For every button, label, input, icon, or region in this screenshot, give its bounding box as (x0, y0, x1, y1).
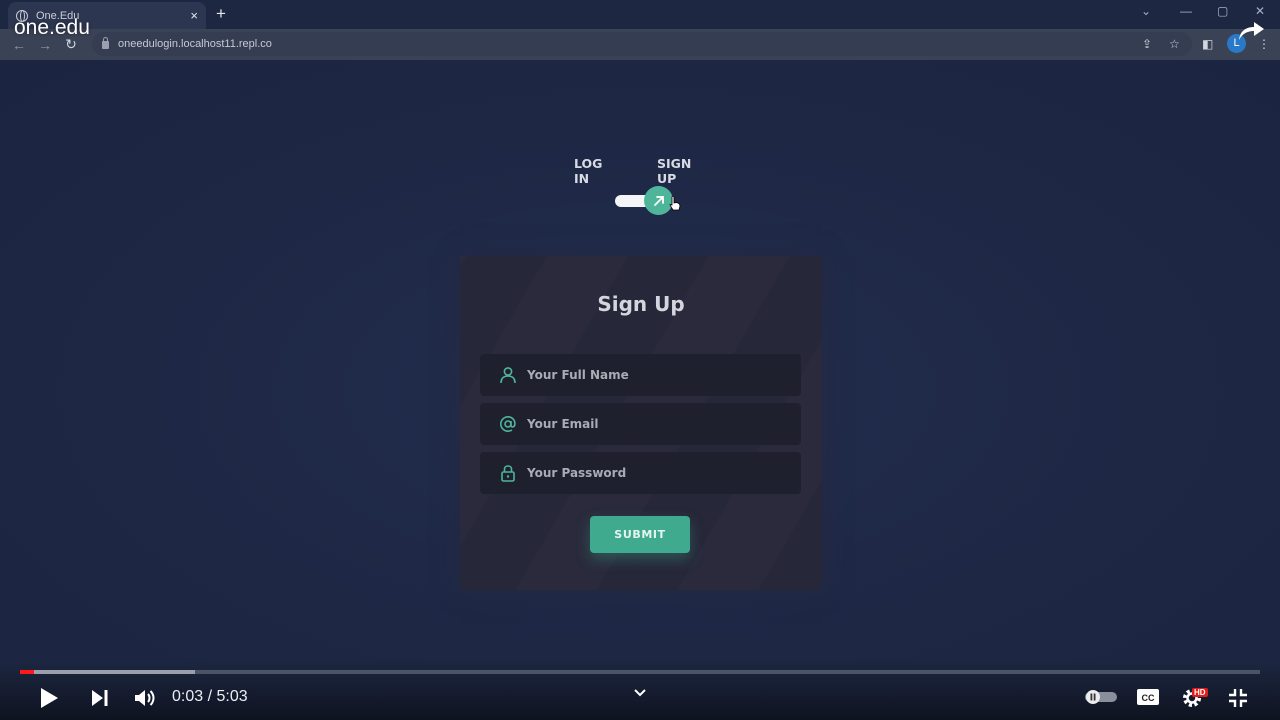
url-text: oneedulogin.localhost11.repl.co (118, 38, 272, 50)
hand-cursor-icon (669, 196, 681, 211)
arrow-up-right-icon (653, 195, 664, 206)
full-name-input[interactable] (527, 368, 801, 382)
auth-mode-labels: LOG IN SIGN UP (574, 156, 714, 186)
lock-icon (501, 465, 515, 482)
window-close-icon[interactable]: ✕ (1255, 4, 1265, 18)
tab-search-chevron-icon[interactable]: ⌄ (1141, 4, 1151, 18)
user-icon (500, 367, 516, 384)
autoplay-toggle-icon[interactable] (1083, 689, 1119, 705)
browser-toolbar: ← → ↻ oneedulogin.localhost11.repl.co (0, 29, 1280, 60)
password-input[interactable] (527, 466, 801, 480)
signup-title: Sign Up (597, 292, 685, 316)
hd-badge: HD (1192, 688, 1208, 697)
login-label[interactable]: LOG IN (574, 156, 621, 186)
restore-icon[interactable]: ▢ (1217, 4, 1228, 18)
time-display: 0:03 / 5:03 (172, 688, 248, 705)
chevron-down-icon[interactable] (633, 688, 647, 698)
volume-icon[interactable] (133, 687, 157, 709)
signup-card: Sign Up SUBMIT (460, 256, 822, 590)
side-panel-icon[interactable]: ◧ (1202, 37, 1213, 51)
progress-buffered (20, 670, 195, 674)
channel-watermark: one.edu (14, 16, 90, 39)
new-tab-icon[interactable]: + (216, 4, 226, 24)
signup-label[interactable]: SIGN UP (657, 156, 714, 186)
bookmark-star-icon[interactable]: ☆ (1169, 37, 1180, 51)
share-page-icon[interactable]: ⇪ (1142, 37, 1152, 51)
tab-close-icon[interactable]: × (190, 8, 198, 23)
browser-tabstrip: One.Edu × + ⌄ — ▢ ✕ (0, 0, 1280, 29)
lock-icon (102, 37, 109, 49)
exit-fullscreen-icon[interactable] (1228, 688, 1248, 708)
full-name-field[interactable] (480, 354, 801, 396)
email-input[interactable] (527, 417, 801, 431)
video-share-icon[interactable] (1236, 18, 1266, 42)
submit-button[interactable]: SUBMIT (590, 516, 690, 553)
progress-bar[interactable] (20, 670, 1260, 674)
play-icon[interactable] (38, 686, 60, 710)
progress-played (20, 670, 34, 674)
minimize-icon[interactable]: — (1180, 4, 1192, 18)
captions-icon[interactable]: CC (1136, 688, 1160, 706)
at-icon (499, 415, 516, 433)
email-field[interactable] (480, 403, 801, 445)
next-video-icon[interactable] (90, 689, 110, 707)
svg-text:CC: CC (1142, 693, 1155, 703)
password-field[interactable] (480, 452, 801, 494)
address-bar[interactable]: oneedulogin.localhost11.repl.co (92, 32, 1192, 56)
